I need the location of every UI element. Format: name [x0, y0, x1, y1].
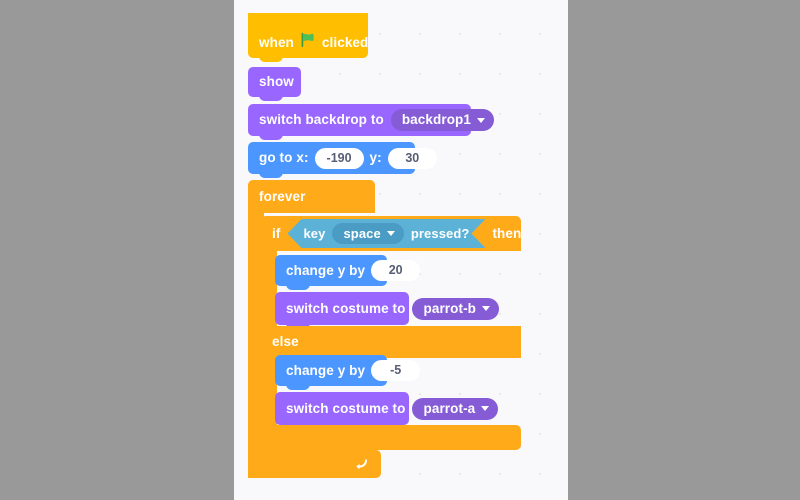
chevron-down-icon: [481, 406, 490, 411]
chevron-down-icon: [477, 117, 485, 123]
block-when-flag-clicked[interactable]: when clicked: [248, 13, 369, 62]
pressed-label: pressed?: [410, 226, 470, 241]
block-go-to-xy[interactable]: go to x: -190 y: 30: [248, 142, 437, 178]
switch-costume-label: switch costume to: [286, 300, 406, 316]
switch-backdrop-label: switch backdrop to: [259, 112, 384, 128]
block-forever-header[interactable]: forever: [248, 180, 375, 213]
key-dropdown[interactable]: space: [332, 223, 403, 244]
block-if-else-header[interactable]: if key space pressed? then: [261, 216, 521, 251]
costume-dropdown-then[interactable]: parrot-b: [412, 297, 500, 320]
key-label: key: [303, 226, 326, 241]
block-if-else-footer[interactable]: [261, 425, 521, 450]
go-to-y-label: y:: [369, 150, 382, 166]
block-switch-backdrop[interactable]: switch backdrop to backdrop1: [248, 104, 494, 140]
change-y-value-input[interactable]: -5: [371, 360, 421, 381]
clicked-label: clicked: [321, 34, 369, 50]
block-show[interactable]: show: [248, 67, 301, 101]
if-label: if: [272, 225, 281, 241]
switch-costume-label: switch costume to: [286, 400, 406, 416]
costume-dropdown-value: parrot-a: [423, 400, 476, 416]
go-to-x-label: go to x:: [259, 150, 309, 166]
show-label: show: [259, 74, 294, 90]
x-value-input[interactable]: -190: [314, 147, 364, 169]
scratch-workspace-canvas[interactable]: when clicked show switch backdrop to bac…: [234, 0, 568, 500]
block-switch-costume-else[interactable]: switch costume to parrot-a: [275, 392, 499, 429]
block-change-y-else[interactable]: change y by -5: [275, 355, 421, 390]
block-forever-footer[interactable]: [248, 450, 381, 478]
block-else-divider[interactable]: else: [261, 326, 521, 358]
change-y-value-input[interactable]: 20: [371, 260, 421, 281]
costume-dropdown-value: parrot-b: [423, 300, 477, 316]
backdrop-dropdown[interactable]: backdrop1: [390, 109, 494, 131]
then-label: then: [492, 225, 522, 241]
block-change-y-then[interactable]: change y by 20: [275, 255, 421, 290]
change-y-label: change y by: [286, 262, 366, 278]
change-y-label: change y by: [286, 362, 366, 378]
forever-label: forever: [259, 188, 306, 204]
page-root: when clicked show switch backdrop to bac…: [0, 0, 800, 500]
green-flag-icon: [300, 32, 316, 53]
chevron-down-icon: [482, 306, 491, 311]
loop-arrow-icon: [353, 456, 369, 477]
y-value-input[interactable]: 30: [387, 147, 437, 169]
key-dropdown-value: space: [343, 226, 381, 241]
backdrop-dropdown-value: backdrop1: [401, 112, 471, 128]
boolean-key-pressed[interactable]: key space pressed?: [287, 219, 485, 248]
chevron-down-icon: [387, 231, 395, 236]
block-switch-costume-then[interactable]: switch costume to parrot-b: [275, 292, 500, 329]
script-stack[interactable]: when clicked show switch backdrop to bac…: [234, 0, 568, 500]
when-label: when: [259, 34, 294, 50]
else-label: else: [272, 334, 299, 350]
costume-dropdown-else[interactable]: parrot-a: [412, 397, 499, 420]
